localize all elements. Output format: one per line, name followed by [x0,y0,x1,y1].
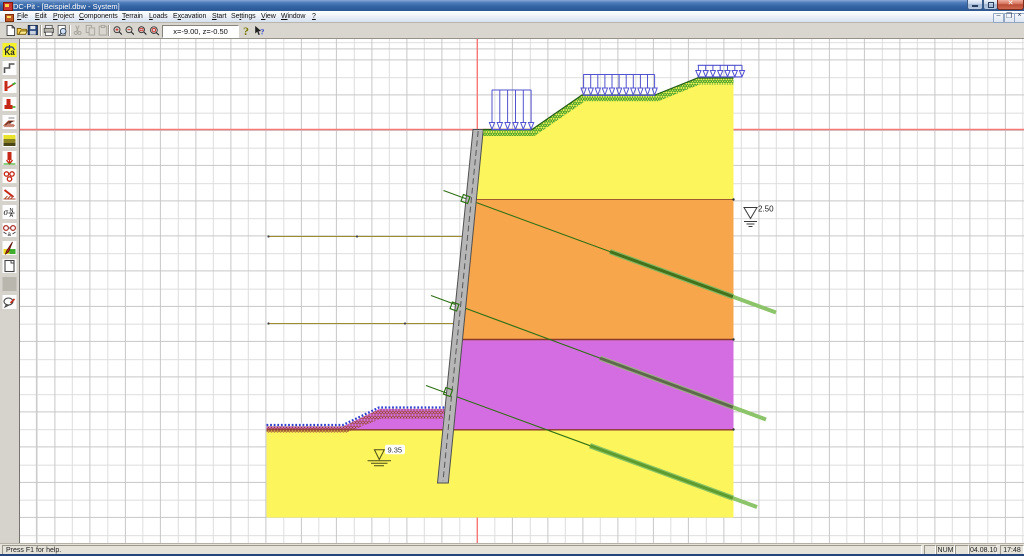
svg-text:9.35: 9.35 [388,445,403,454]
svg-text:2.50: 2.50 [758,205,774,214]
